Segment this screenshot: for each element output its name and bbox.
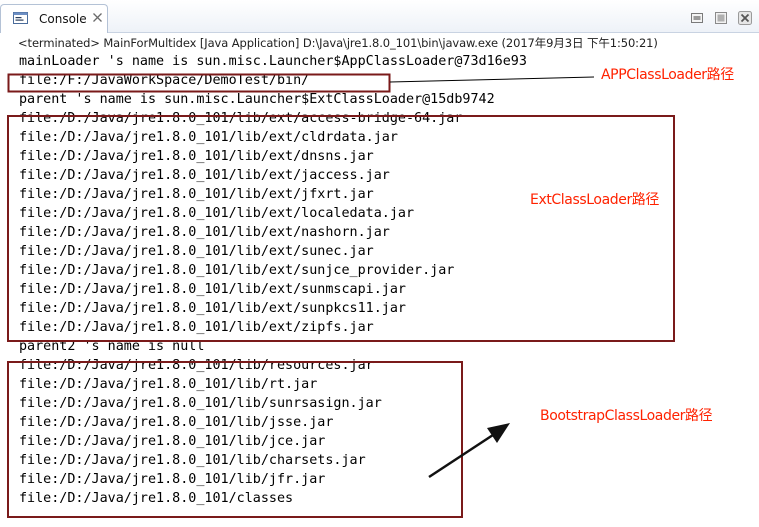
console-line: mainLoader 's name is sun.misc.Launcher$… bbox=[19, 54, 527, 69]
console-line: file:/D:/Java/jre1.8.0_101/lib/ext/sunec… bbox=[19, 244, 374, 259]
console-line: file:/D:/Java/jre1.8.0_101/lib/sunrsasig… bbox=[19, 396, 382, 411]
console-line: file:/D:/Java/jre1.8.0_101/lib/ext/cldrd… bbox=[19, 130, 398, 145]
console-line: file:/D:/Java/jre1.8.0_101/lib/ext/zipfs… bbox=[19, 320, 374, 335]
launch-status: <terminated> MainForMultidex [Java Appli… bbox=[18, 36, 658, 50]
ext-classloader-label: ExtClassLoader路径 bbox=[530, 192, 660, 208]
console-line: file:/D:/Java/jre1.8.0_101/lib/ext/local… bbox=[19, 206, 415, 221]
close-icon[interactable] bbox=[92, 12, 103, 23]
console-line: file:/D:/Java/jre1.8.0_101/lib/ext/jacce… bbox=[19, 168, 390, 183]
console-output[interactable]: mainLoader 's name is sun.misc.Launcher$… bbox=[19, 52, 527, 508]
console-line: file:/D:/Java/jre1.8.0_101/lib/charsets.… bbox=[19, 453, 366, 468]
console-line: file:/D:/Java/jre1.8.0_101/lib/ext/sunjc… bbox=[19, 263, 455, 278]
console-line: file:/D:/Java/jre1.8.0_101/classes bbox=[19, 491, 294, 506]
console-line: file:/F:/JavaWorkSpace/DemoTest/bin/ bbox=[19, 73, 310, 88]
console-line: file:/D:/Java/jre1.8.0_101/lib/jfr.jar bbox=[19, 472, 326, 487]
console-line: file:/D:/Java/jre1.8.0_101/lib/ext/nasho… bbox=[19, 225, 390, 240]
console-line: file:/D:/Java/jre1.8.0_101/lib/jsse.jar bbox=[19, 415, 334, 430]
app-classloader-label: APPClassLoader路径 bbox=[601, 67, 734, 83]
console-line: parent2 's name is null bbox=[19, 339, 205, 354]
console-line: file:/D:/Java/jre1.8.0_101/lib/ext/jfxrt… bbox=[19, 187, 374, 202]
console-line: parent 's name is sun.misc.Launcher$ExtC… bbox=[19, 92, 495, 107]
console-line: file:/D:/Java/jre1.8.0_101/lib/ext/sunms… bbox=[19, 282, 406, 297]
console-line: file:/D:/Java/jre1.8.0_101/lib/ext/sunpk… bbox=[19, 301, 406, 316]
view-tab-bar: Console bbox=[0, 0, 759, 33]
console-line: file:/D:/Java/jre1.8.0_101/lib/ext/dnsns… bbox=[19, 149, 374, 164]
tab-console-label: Console bbox=[39, 12, 87, 26]
tab-console[interactable]: Console bbox=[0, 4, 108, 33]
bootstrap-classloader-label: BootstrapClassLoader路径 bbox=[540, 408, 713, 424]
remove-all-launches-icon[interactable] bbox=[738, 11, 752, 25]
console-icon bbox=[13, 12, 28, 24]
console-line: file:/D:/Java/jre1.8.0_101/lib/resources… bbox=[19, 358, 374, 373]
clear-console-icon[interactable] bbox=[690, 11, 704, 25]
console-line: file:/D:/Java/jre1.8.0_101/lib/jce.jar bbox=[19, 434, 326, 449]
console-line: file:/D:/Java/jre1.8.0_101/lib/ext/acces… bbox=[19, 111, 463, 126]
console-line: file:/D:/Java/jre1.8.0_101/lib/rt.jar bbox=[19, 377, 318, 392]
remove-launch-icon[interactable] bbox=[714, 11, 728, 25]
